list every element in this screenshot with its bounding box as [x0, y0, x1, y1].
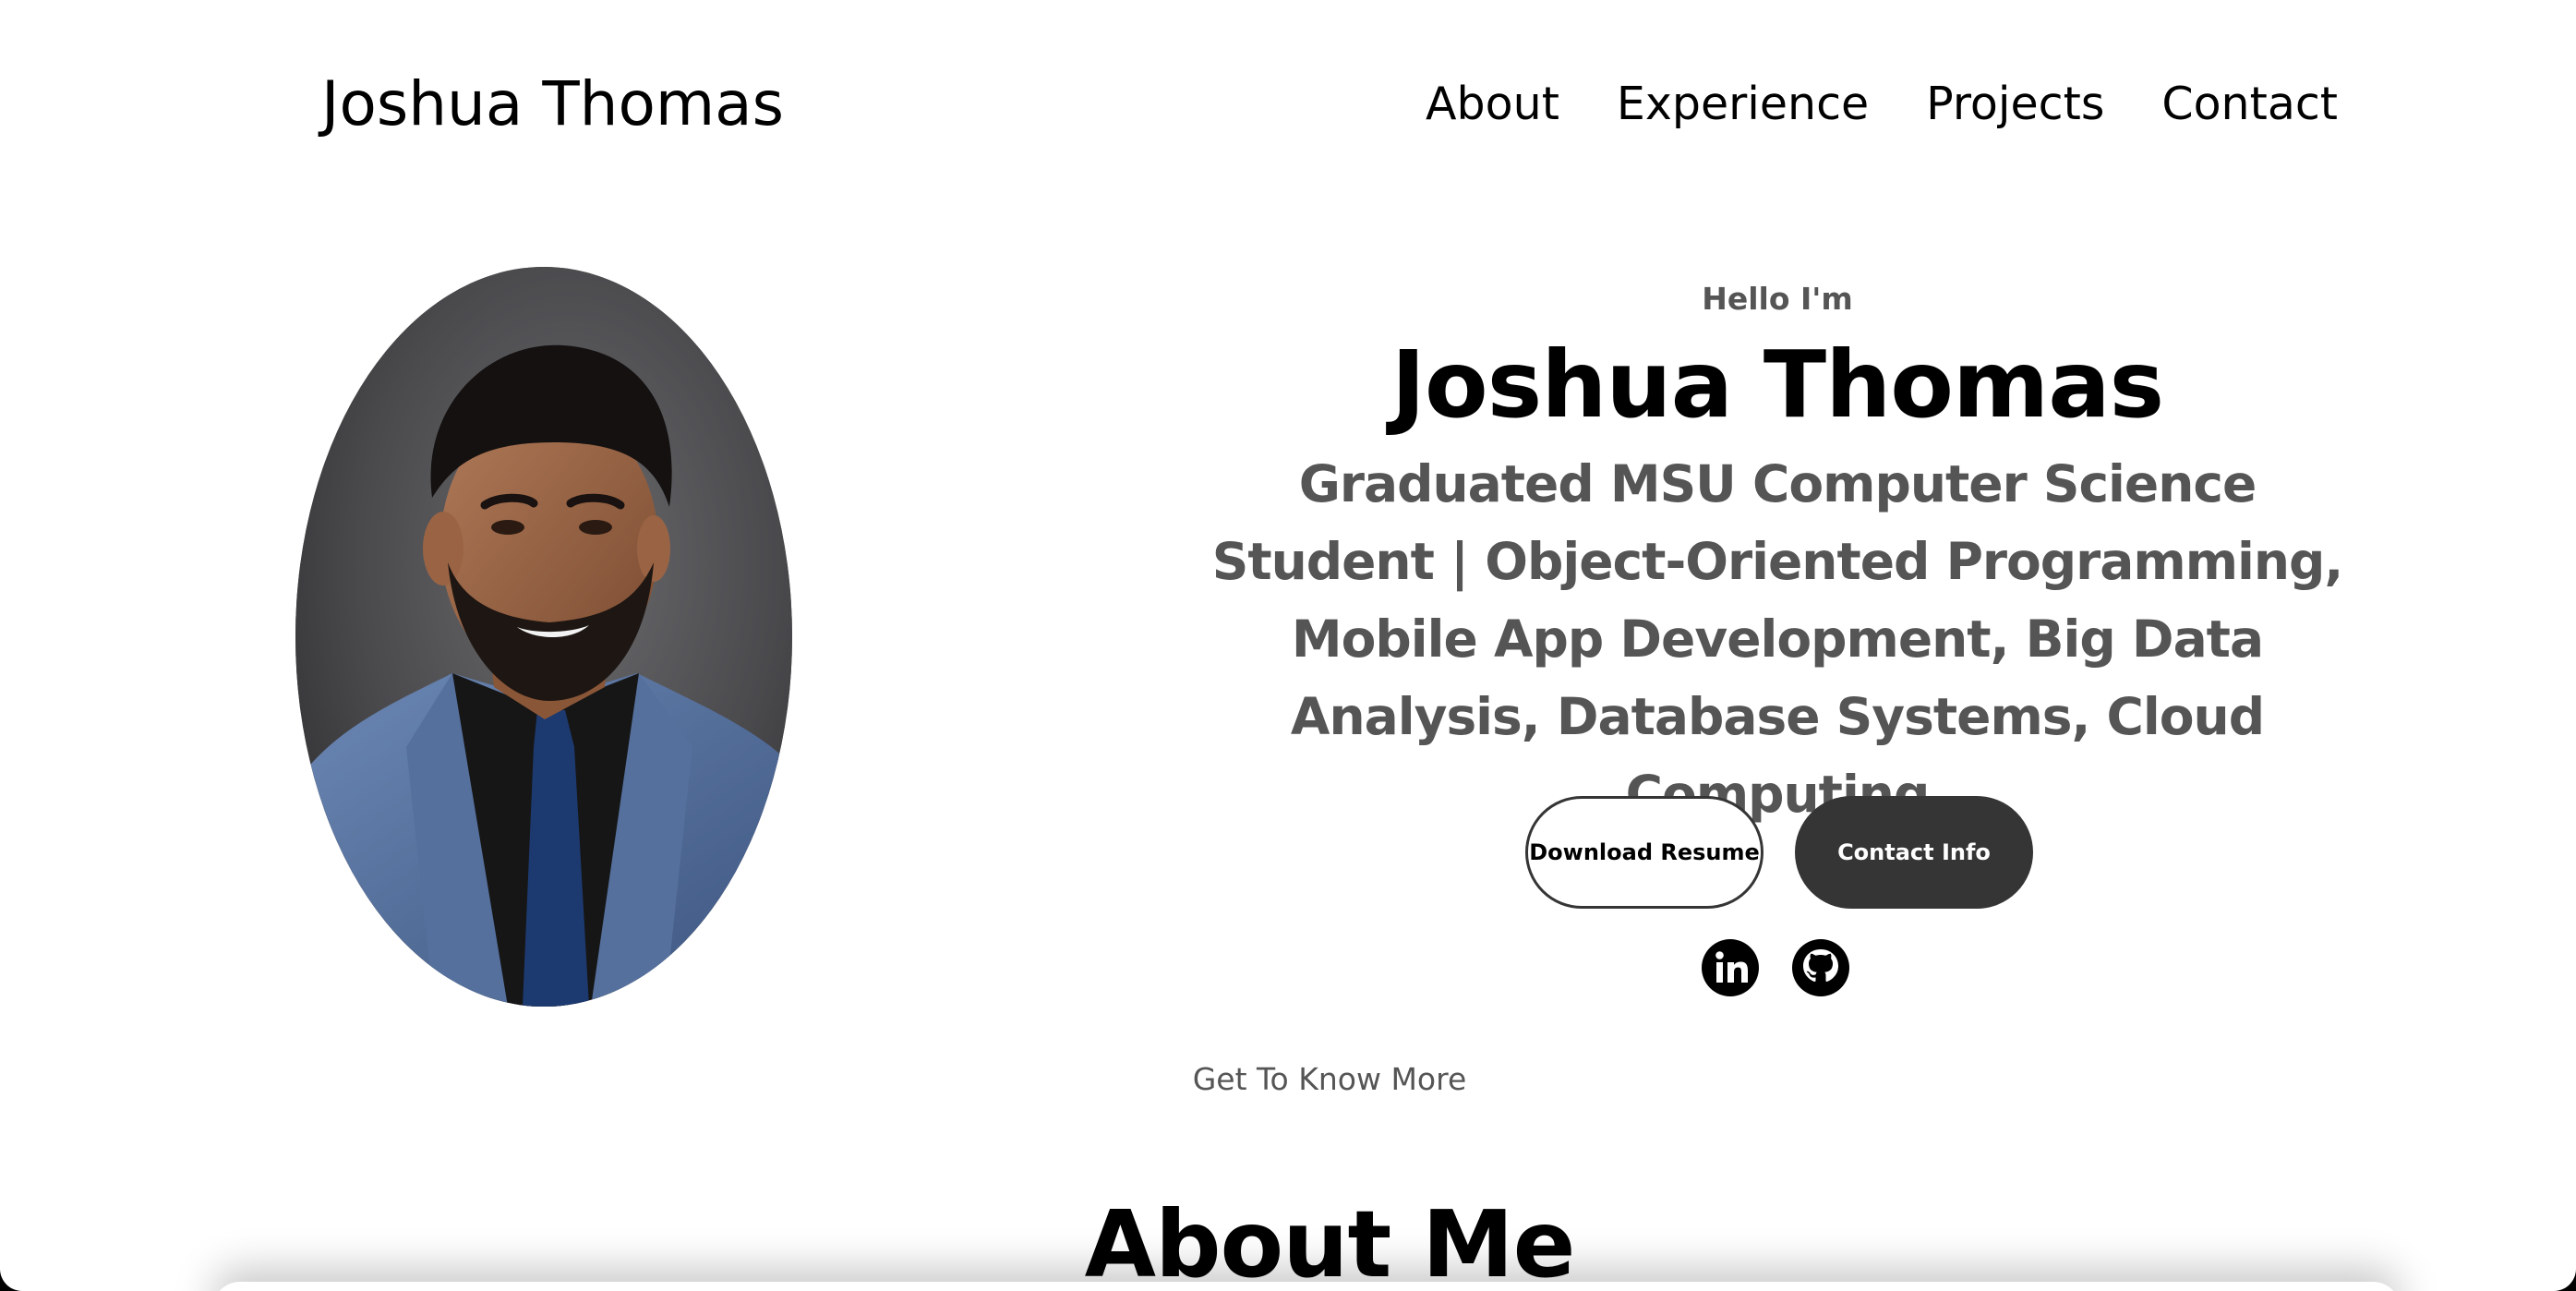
github-icon[interactable] [1791, 938, 1850, 997]
download-resume-button[interactable]: Download Resume [1525, 796, 1763, 909]
nav-link-experience[interactable]: Experience [1617, 72, 1869, 137]
nav-link-about[interactable]: About [1426, 72, 1559, 137]
about-subtitle: Get To Know More [1192, 1061, 1467, 1097]
contact-info-button[interactable]: Contact Info [1795, 796, 2033, 909]
hero-buttons: Download Resume Contact Info [1525, 796, 2033, 909]
site-logo[interactable]: Joshua Thomas [321, 63, 784, 146]
hero-tagline: Graduated MSU Computer Science Student |… [1211, 454, 2344, 824]
hero-name: Joshua Thomas [1390, 331, 2164, 439]
greeting-text: Hello I'm [1702, 281, 1853, 317]
linkedin-icon[interactable] [1701, 938, 1760, 997]
profile-photo [295, 267, 792, 1007]
social-links [1701, 938, 1850, 997]
main-nav: About Experience Projects Contact [1426, 72, 2338, 137]
page: Joshua Thomas About Experience Projects … [0, 0, 2576, 1291]
about-card-edge [212, 1282, 2401, 1291]
nav-link-contact[interactable]: Contact [2161, 72, 2338, 137]
hero-text: Hello I'm Joshua Thomas Graduated MSU Co… [1173, 273, 2382, 833]
nav-link-projects[interactable]: Projects [1926, 72, 2104, 137]
about-title: About Me [1084, 1190, 1576, 1291]
